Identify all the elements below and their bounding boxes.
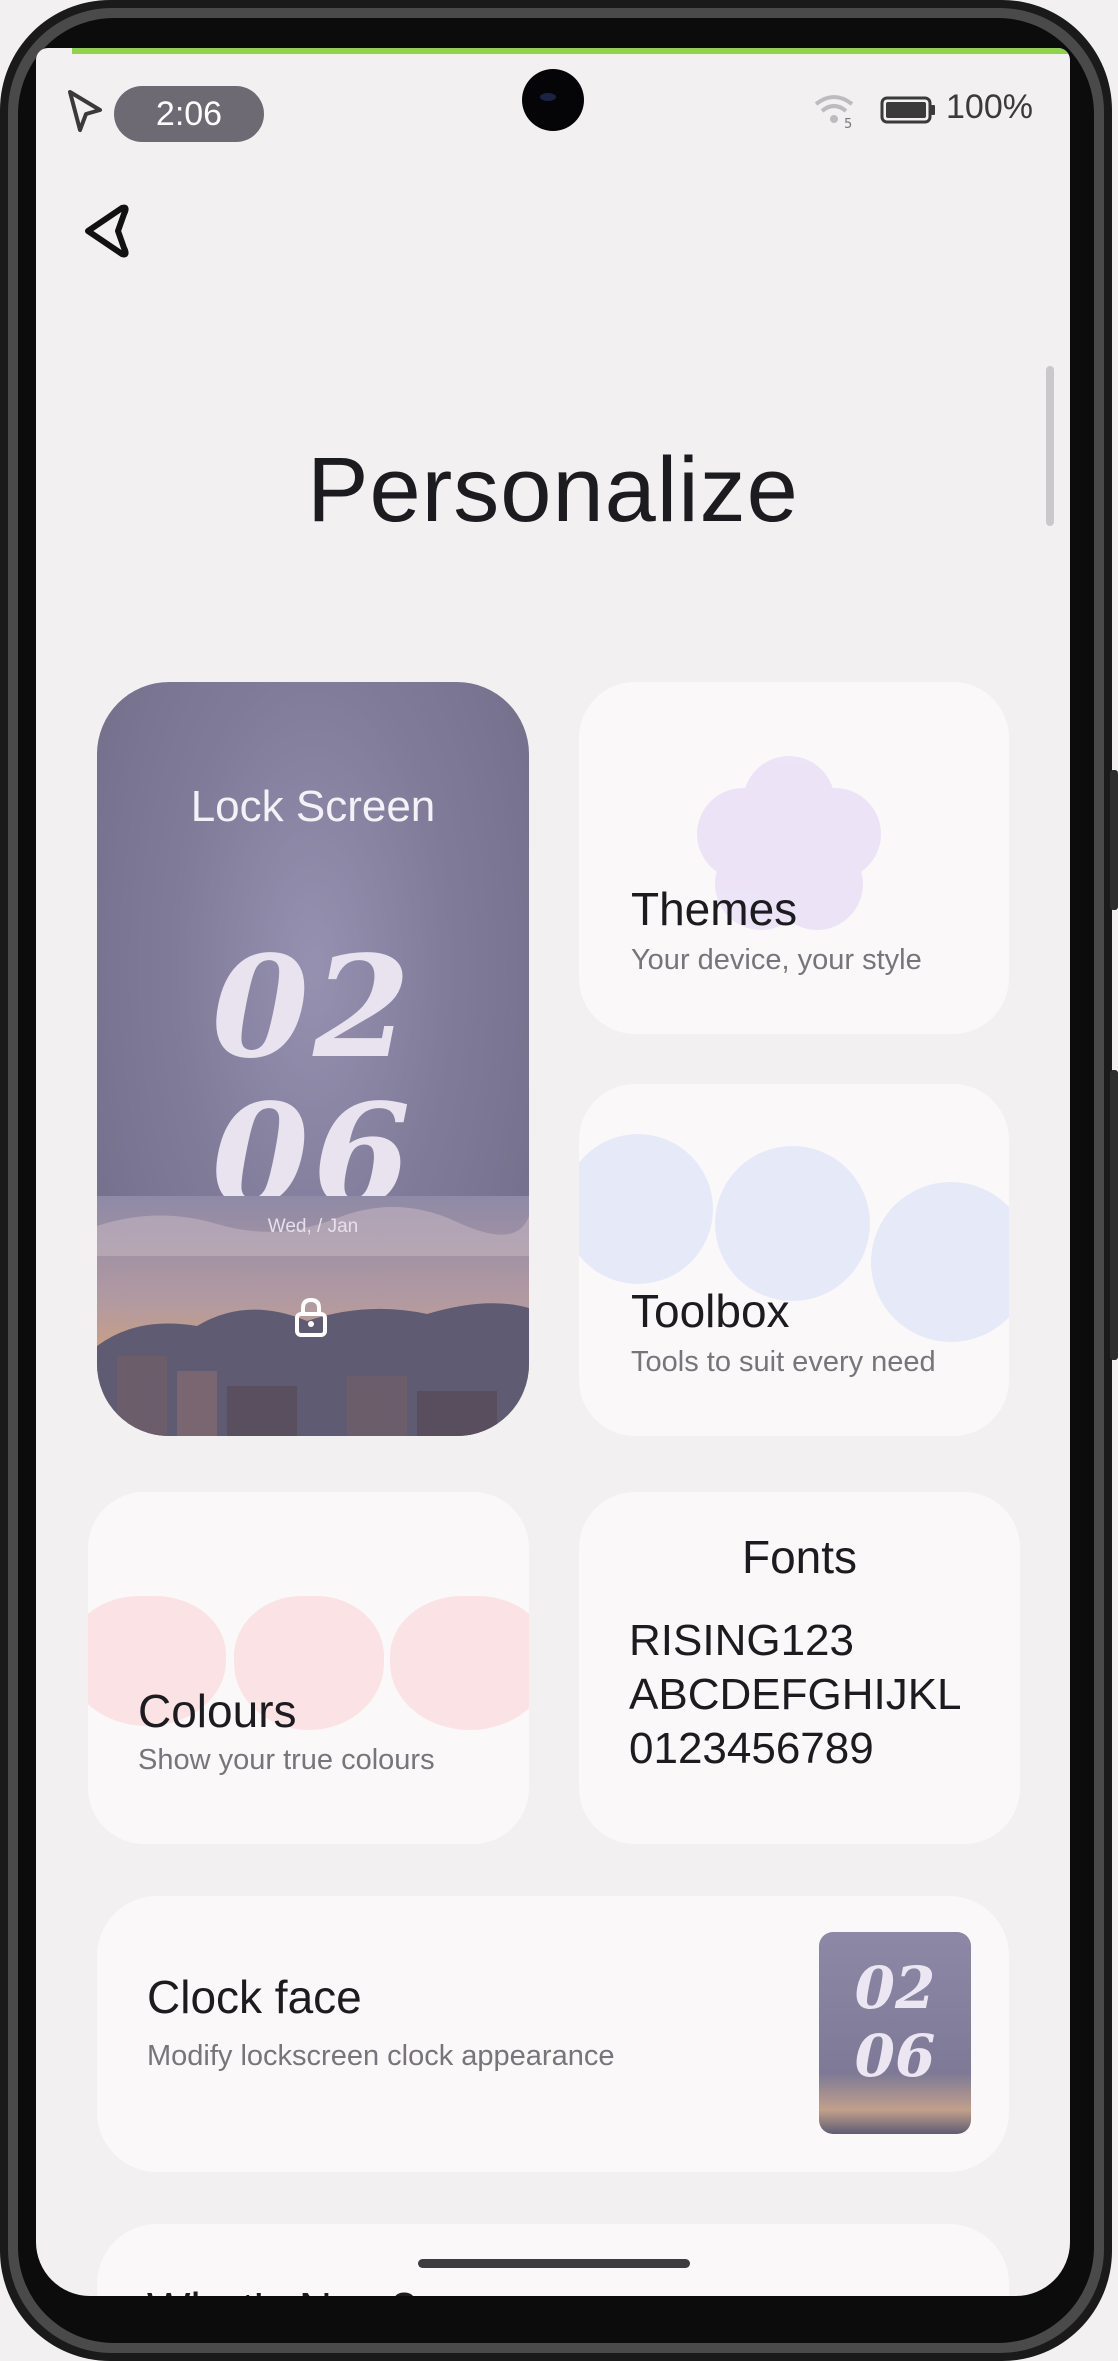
themes-subtitle: Your device, your style xyxy=(631,944,922,976)
toolbox-circle-2 xyxy=(715,1146,870,1301)
battery-percentage: 100% xyxy=(946,88,1033,126)
clock-face-preview: 02 06 xyxy=(819,1932,971,2134)
home-indicator[interactable] xyxy=(418,2259,690,2268)
wifi-icon: 5 xyxy=(814,95,854,130)
battery-icon xyxy=(880,96,935,124)
fonts-sample-line: ABCDEFGHIJKL xyxy=(629,1670,962,1719)
volume-button xyxy=(1110,770,1118,910)
toolbox-circle-3 xyxy=(871,1182,1009,1342)
cursor-icon xyxy=(68,90,102,132)
toolbox-subtitle: Tools to suit every need xyxy=(631,1346,936,1378)
lock-screen-card[interactable]: Lock Screen 02 06 Wed, / Jan xyxy=(97,682,529,1436)
power-button xyxy=(1110,1070,1118,1360)
colours-blob-3 xyxy=(390,1596,529,1730)
toolbox-title: Toolbox xyxy=(631,1285,790,1337)
status-time: 2:06 xyxy=(114,86,264,142)
lock-date: Wed, / Jan xyxy=(267,1216,359,1237)
clock-preview-hours: 02 xyxy=(854,1954,936,2022)
whats-new-title: What's New? xyxy=(147,2282,417,2296)
themes-title: Themes xyxy=(631,883,798,935)
page-title: Personalize xyxy=(307,439,799,541)
clock-face-card[interactable]: Clock face Modify lockscreen clock appea… xyxy=(97,1896,1009,2172)
colours-subtitle: Show your true colours xyxy=(138,1744,435,1776)
wifi-badge: 5 xyxy=(844,117,852,130)
lock-clock-hours: 02 xyxy=(211,926,415,1090)
fonts-title: Fonts xyxy=(741,1531,858,1583)
lock-icon xyxy=(295,1297,327,1337)
top-accent-line xyxy=(72,48,1070,54)
fonts-sample-line: RISING123 xyxy=(629,1616,854,1665)
themes-card[interactable]: Themes Your device, your style xyxy=(579,682,1009,1034)
front-camera xyxy=(522,69,584,131)
toolbox-card[interactable]: Toolbox Tools to suit every need xyxy=(579,1084,1009,1436)
screen: 2:06 5 100% Personalize Lock Screen 02 0… xyxy=(36,48,1070,2296)
colours-title: Colours xyxy=(138,1685,297,1737)
clock-preview-minutes: 06 xyxy=(854,2022,936,2090)
clock-face-title: Clock face xyxy=(147,1971,362,2023)
status-bar: 2:06 5 100% xyxy=(36,58,1070,148)
colours-card[interactable]: Colours Show your true colours xyxy=(88,1492,529,1844)
lock-screen-title: Lock Screen xyxy=(190,782,436,831)
fonts-sample: RISING123 ABCDEFGHIJKL 0123456789 xyxy=(629,1614,962,1776)
clock-face-subtitle: Modify lockscreen clock appearance xyxy=(147,2040,615,2072)
fonts-sample-line: 0123456789 xyxy=(629,1724,874,1773)
fonts-card[interactable]: Fonts RISING123 ABCDEFGHIJKL 0123456789 xyxy=(579,1492,1020,1844)
back-arrow-icon[interactable] xyxy=(76,198,142,264)
toolbox-circle-1 xyxy=(579,1134,713,1284)
